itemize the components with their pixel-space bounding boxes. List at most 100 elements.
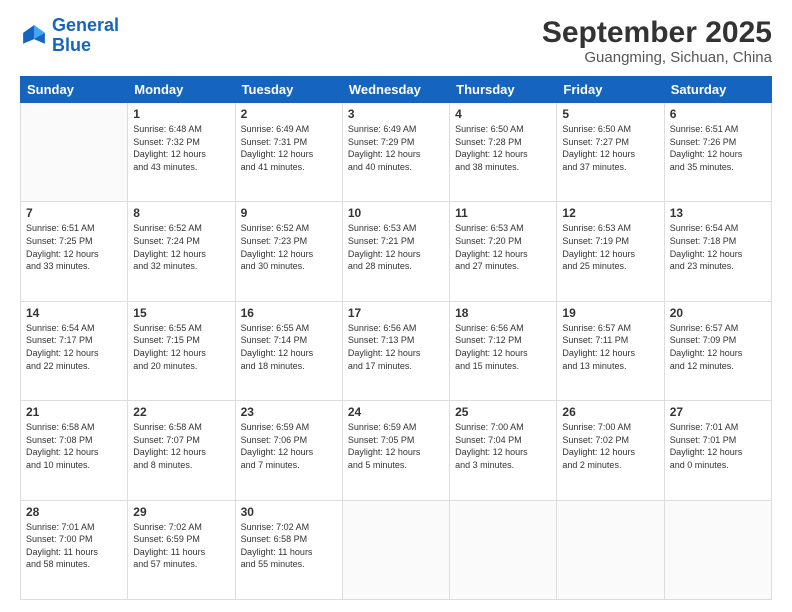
calendar-week-row: 21 Sunrise: 6:58 AM Sunset: 7:08 PM Dayli… [21,401,772,500]
day-number: 23 [241,405,337,419]
calendar-cell [21,103,128,202]
day-number: 3 [348,107,444,121]
day-number: 7 [26,206,122,220]
day-number: 24 [348,405,444,419]
calendar-cell: 22 Sunrise: 6:58 AM Sunset: 7:07 PM Dayli… [128,401,235,500]
day-info: Sunrise: 6:48 AM Sunset: 7:32 PM Dayligh… [133,123,229,173]
day-number: 11 [455,206,551,220]
logo-line1: General [52,15,119,35]
calendar-week-row: 14Sunrise: 6:54 AM Sunset: 7:17 PM Dayli… [21,301,772,400]
day-info: Sunrise: 6:54 AM Sunset: 7:18 PM Dayligh… [670,222,766,272]
day-number: 30 [241,505,337,519]
day-number: 21 [26,405,122,419]
day-info: Sunrise: 6:50 AM Sunset: 7:28 PM Dayligh… [455,123,551,173]
calendar-body: 1 Sunrise: 6:48 AM Sunset: 7:32 PM Daylig… [21,103,772,600]
logo-line2: Blue [52,35,91,55]
calendar-cell: 25 Sunrise: 7:00 AM Sunset: 7:04 PM Dayli… [450,401,557,500]
day-info: Sunrise: 6:53 AM Sunset: 7:20 PM Dayligh… [455,222,551,272]
day-number: 13 [670,206,766,220]
calendar-cell: 30 Sunrise: 7:02 AM Sunset: 6:58 PM Dayli… [235,500,342,599]
calendar-cell: 16Sunrise: 6:55 AM Sunset: 7:14 PM Dayli… [235,301,342,400]
day-number: 16 [241,306,337,320]
logo-icon [20,22,48,50]
day-info: Sunrise: 6:51 AM Sunset: 7:26 PM Dayligh… [670,123,766,173]
calendar-cell: 17 Sunrise: 6:56 AM Sunset: 7:13 PM Dayli… [342,301,449,400]
day-info: Sunrise: 6:57 AM Sunset: 7:11 PM Dayligh… [562,322,658,372]
day-number: 28 [26,505,122,519]
title-block: September 2025 Guangming, Sichuan, China [542,16,772,66]
calendar-cell: 19 Sunrise: 6:57 AM Sunset: 7:11 PM Dayli… [557,301,664,400]
day-info: Sunrise: 7:00 AM Sunset: 7:04 PM Dayligh… [455,421,551,471]
weekday-header: Thursday [450,77,557,103]
calendar-cell: 15Sunrise: 6:55 AM Sunset: 7:15 PM Dayli… [128,301,235,400]
calendar-cell: 10 Sunrise: 6:53 AM Sunset: 7:21 PM Dayli… [342,202,449,301]
day-info: Sunrise: 6:59 AM Sunset: 7:06 PM Dayligh… [241,421,337,471]
calendar-cell: 8Sunrise: 6:52 AM Sunset: 7:24 PM Daylig… [128,202,235,301]
calendar-header-row: SundayMondayTuesdayWednesdayThursdayFrid… [21,77,772,103]
weekday-header: Tuesday [235,77,342,103]
page: General Blue September 2025 Guangming, S… [0,0,792,612]
day-number: 4 [455,107,551,121]
day-info: Sunrise: 6:54 AM Sunset: 7:17 PM Dayligh… [26,322,122,372]
day-number: 6 [670,107,766,121]
calendar-cell [450,500,557,599]
day-info: Sunrise: 6:56 AM Sunset: 7:13 PM Dayligh… [348,322,444,372]
day-info: Sunrise: 6:52 AM Sunset: 7:24 PM Dayligh… [133,222,229,272]
day-info: Sunrise: 6:51 AM Sunset: 7:25 PM Dayligh… [26,222,122,272]
calendar-week-row: 28Sunrise: 7:01 AM Sunset: 7:00 PM Dayli… [21,500,772,599]
calendar-cell: 21 Sunrise: 6:58 AM Sunset: 7:08 PM Dayli… [21,401,128,500]
calendar-cell: 7 Sunrise: 6:51 AM Sunset: 7:25 PM Daylig… [21,202,128,301]
weekday-header: Monday [128,77,235,103]
calendar-cell: 11 Sunrise: 6:53 AM Sunset: 7:20 PM Dayli… [450,202,557,301]
day-number: 12 [562,206,658,220]
calendar-cell: 28Sunrise: 7:01 AM Sunset: 7:00 PM Dayli… [21,500,128,599]
day-number: 15 [133,306,229,320]
weekday-header: Saturday [664,77,771,103]
calendar-week-row: 7 Sunrise: 6:51 AM Sunset: 7:25 PM Daylig… [21,202,772,301]
calendar-cell: 24Sunrise: 6:59 AM Sunset: 7:05 PM Dayli… [342,401,449,500]
weekday-header: Wednesday [342,77,449,103]
logo: General Blue [20,16,119,56]
weekday-header: Friday [557,77,664,103]
day-number: 19 [562,306,658,320]
day-info: Sunrise: 7:00 AM Sunset: 7:02 PM Dayligh… [562,421,658,471]
day-info: Sunrise: 6:53 AM Sunset: 7:19 PM Dayligh… [562,222,658,272]
calendar-cell: 4 Sunrise: 6:50 AM Sunset: 7:28 PM Daylig… [450,103,557,202]
day-info: Sunrise: 6:57 AM Sunset: 7:09 PM Dayligh… [670,322,766,372]
calendar-cell: 14Sunrise: 6:54 AM Sunset: 7:17 PM Dayli… [21,301,128,400]
calendar-cell: 26 Sunrise: 7:00 AM Sunset: 7:02 PM Dayli… [557,401,664,500]
day-number: 26 [562,405,658,419]
logo-text: General Blue [52,16,119,56]
calendar-cell [664,500,771,599]
day-number: 5 [562,107,658,121]
day-number: 17 [348,306,444,320]
day-number: 25 [455,405,551,419]
day-info: Sunrise: 6:58 AM Sunset: 7:07 PM Dayligh… [133,421,229,471]
day-info: Sunrise: 6:49 AM Sunset: 7:29 PM Dayligh… [348,123,444,173]
calendar-cell: 29Sunrise: 7:02 AM Sunset: 6:59 PM Dayli… [128,500,235,599]
day-info: Sunrise: 6:49 AM Sunset: 7:31 PM Dayligh… [241,123,337,173]
day-info: Sunrise: 7:01 AM Sunset: 7:01 PM Dayligh… [670,421,766,471]
calendar-cell: 2 Sunrise: 6:49 AM Sunset: 7:31 PM Daylig… [235,103,342,202]
calendar-cell [342,500,449,599]
calendar-cell [557,500,664,599]
day-info: Sunrise: 6:50 AM Sunset: 7:27 PM Dayligh… [562,123,658,173]
day-info: Sunrise: 6:53 AM Sunset: 7:21 PM Dayligh… [348,222,444,272]
calendar-cell: 27 Sunrise: 7:01 AM Sunset: 7:01 PM Dayli… [664,401,771,500]
calendar-cell: 5 Sunrise: 6:50 AM Sunset: 7:27 PM Daylig… [557,103,664,202]
day-number: 27 [670,405,766,419]
day-number: 2 [241,107,337,121]
calendar-cell: 18Sunrise: 6:56 AM Sunset: 7:12 PM Dayli… [450,301,557,400]
day-number: 1 [133,107,229,121]
calendar-cell: 23 Sunrise: 6:59 AM Sunset: 7:06 PM Dayli… [235,401,342,500]
calendar-week-row: 1 Sunrise: 6:48 AM Sunset: 7:32 PM Daylig… [21,103,772,202]
day-number: 18 [455,306,551,320]
weekday-header: Sunday [21,77,128,103]
day-info: Sunrise: 6:58 AM Sunset: 7:08 PM Dayligh… [26,421,122,471]
day-info: Sunrise: 6:52 AM Sunset: 7:23 PM Dayligh… [241,222,337,272]
calendar-cell: 20Sunrise: 6:57 AM Sunset: 7:09 PM Dayli… [664,301,771,400]
day-number: 22 [133,405,229,419]
day-number: 10 [348,206,444,220]
calendar-cell: 3 Sunrise: 6:49 AM Sunset: 7:29 PM Daylig… [342,103,449,202]
day-info: Sunrise: 7:02 AM Sunset: 6:58 PM Dayligh… [241,521,337,571]
